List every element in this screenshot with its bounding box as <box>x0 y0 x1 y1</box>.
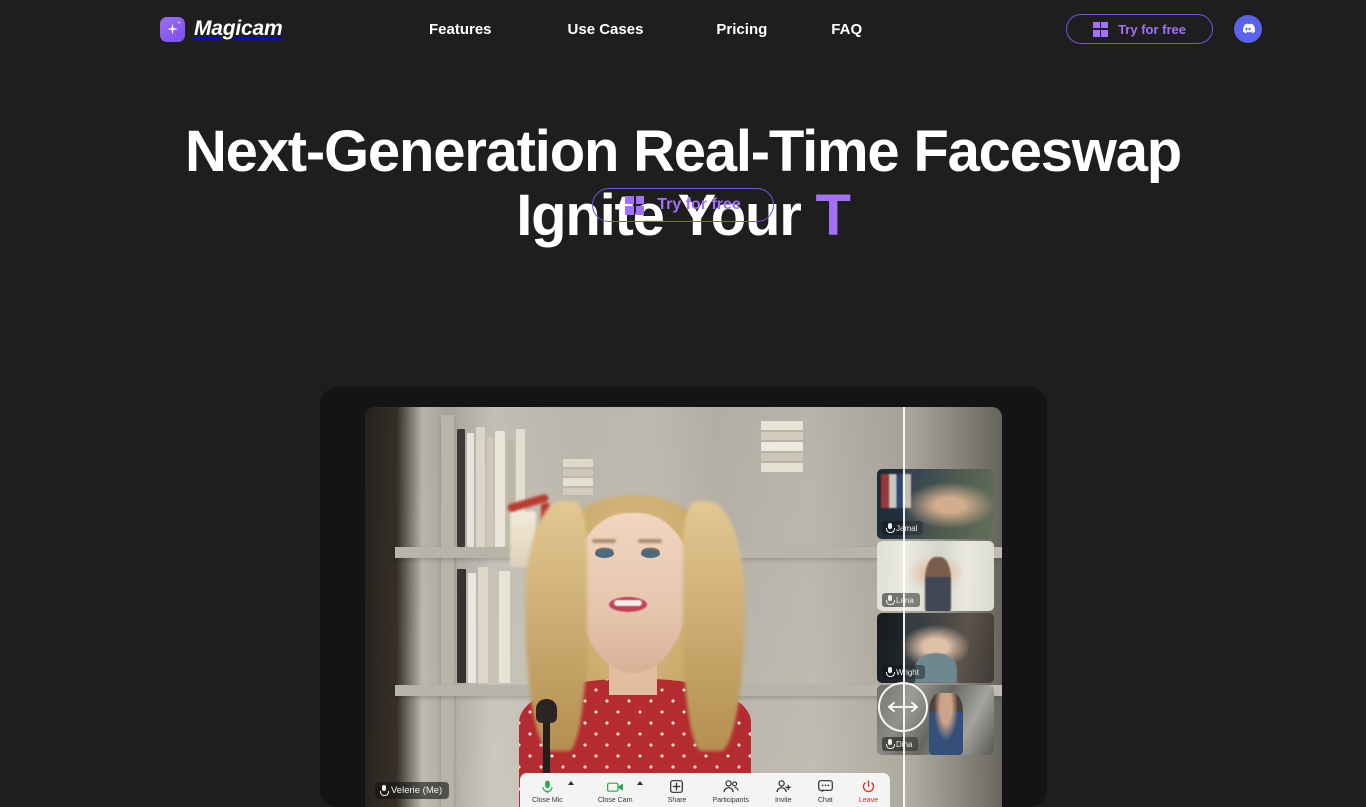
header-actions: Try for free <box>1066 14 1262 44</box>
participant-badge: Dina <box>882 737 919 751</box>
site-header: Magicam Features Use Cases Pricing FAQ T… <box>0 0 1366 58</box>
camera-icon <box>606 780 624 794</box>
header-try-for-free-button[interactable]: Try for free <box>1066 14 1213 44</box>
toolbar-invite-button[interactable]: Invite <box>775 780 792 804</box>
toolbar-close-mic-button[interactable]: Close Mic <box>532 780 574 804</box>
discord-icon <box>1242 23 1256 34</box>
toolbar-invite-label: Invite <box>774 794 792 804</box>
chevron-up-icon[interactable] <box>567 780 574 785</box>
books-stack <box>761 421 803 547</box>
windows-icon <box>1093 21 1109 37</box>
participant-tile-jamal[interactable]: Jamal <box>877 469 994 539</box>
books-group <box>457 565 510 683</box>
shelf-post <box>441 415 454 807</box>
comparison-slider-handle[interactable] <box>878 682 928 732</box>
mic-icon <box>380 785 389 796</box>
call-toolbar: Close Mic Close Cam Share Participants I… <box>520 773 890 807</box>
microphone-icon <box>542 780 553 794</box>
hero-section: Next-Generation Real-Time Faceswap Ignit… <box>0 120 1366 248</box>
toolbar-close-mic-label: Close Mic <box>532 794 563 804</box>
participant-tile-lena[interactable]: Lena <box>877 541 994 611</box>
mic-icon <box>886 666 895 678</box>
nav-item-use-cases[interactable]: Use Cases <box>568 21 644 38</box>
main-nav: Features Use Cases Pricing FAQ <box>429 21 862 38</box>
header-try-for-free-label: Try for free <box>1118 21 1186 37</box>
toolbar-chat-label: Chat <box>817 794 833 804</box>
person-add-icon <box>776 780 791 794</box>
comparison-divider <box>903 407 905 807</box>
toolbar-close-cam-button[interactable]: Close Cam <box>597 780 644 804</box>
hero-try-for-free-button[interactable]: Try for free <box>592 188 774 222</box>
toolbar-leave-label: Leave <box>858 794 878 804</box>
windows-icon <box>625 195 645 215</box>
toolbar-share-button[interactable]: Share <box>667 780 687 804</box>
chat-bubble-icon <box>817 780 833 794</box>
microphone-head <box>536 699 557 723</box>
toolbar-participants-button[interactable]: Participants <box>712 780 749 804</box>
self-name-label: Velerie (Me) <box>391 785 443 796</box>
sparkle-icon <box>160 16 185 42</box>
headline-line-1: Next-Generation Real-Time Faceswap <box>184 119 1182 184</box>
power-icon <box>862 780 875 794</box>
left-right-arrow-icon <box>888 701 918 713</box>
participant-name: Wright <box>896 667 919 677</box>
laptop-mockup: Velerie (Me) Jamal Lena Wright <box>320 387 1047 807</box>
page-title: Next-Generation Real-Time Faceswap Ignit… <box>0 120 1366 248</box>
toolbar-participants-label: Participants <box>712 794 749 804</box>
mic-icon <box>886 594 895 606</box>
share-plus-icon <box>670 780 684 794</box>
brand-name: Magicam <box>194 17 283 40</box>
hero-cta-wrapper: Try for free <box>0 188 1366 222</box>
hero-try-for-free-label: Try for free <box>657 196 741 213</box>
self-name-badge: Velerie (Me) <box>375 782 450 799</box>
nav-item-faq[interactable]: FAQ <box>831 21 862 38</box>
nav-item-features[interactable]: Features <box>429 21 492 38</box>
toolbar-close-cam-label: Close Cam <box>597 794 633 804</box>
brand-logo[interactable]: Magicam <box>160 16 283 42</box>
chevron-up-icon[interactable] <box>637 780 644 785</box>
toolbar-chat-button[interactable]: Chat <box>818 780 833 804</box>
mic-icon <box>886 522 895 534</box>
toolbar-leave-button[interactable]: Leave <box>859 780 878 804</box>
mic-icon <box>886 738 895 750</box>
discord-button[interactable] <box>1234 15 1262 43</box>
video-call-screen: Velerie (Me) Jamal Lena Wright <box>365 407 1002 807</box>
toolbar-share-label: Share <box>667 794 687 804</box>
laptop-bezel-top <box>320 387 1047 407</box>
participant-badge: Lena <box>882 593 920 607</box>
people-icon <box>723 780 739 794</box>
nav-item-pricing[interactable]: Pricing <box>716 21 767 38</box>
participant-name: Jamal <box>896 523 918 533</box>
participant-tile-wright[interactable]: Wright <box>877 613 994 683</box>
